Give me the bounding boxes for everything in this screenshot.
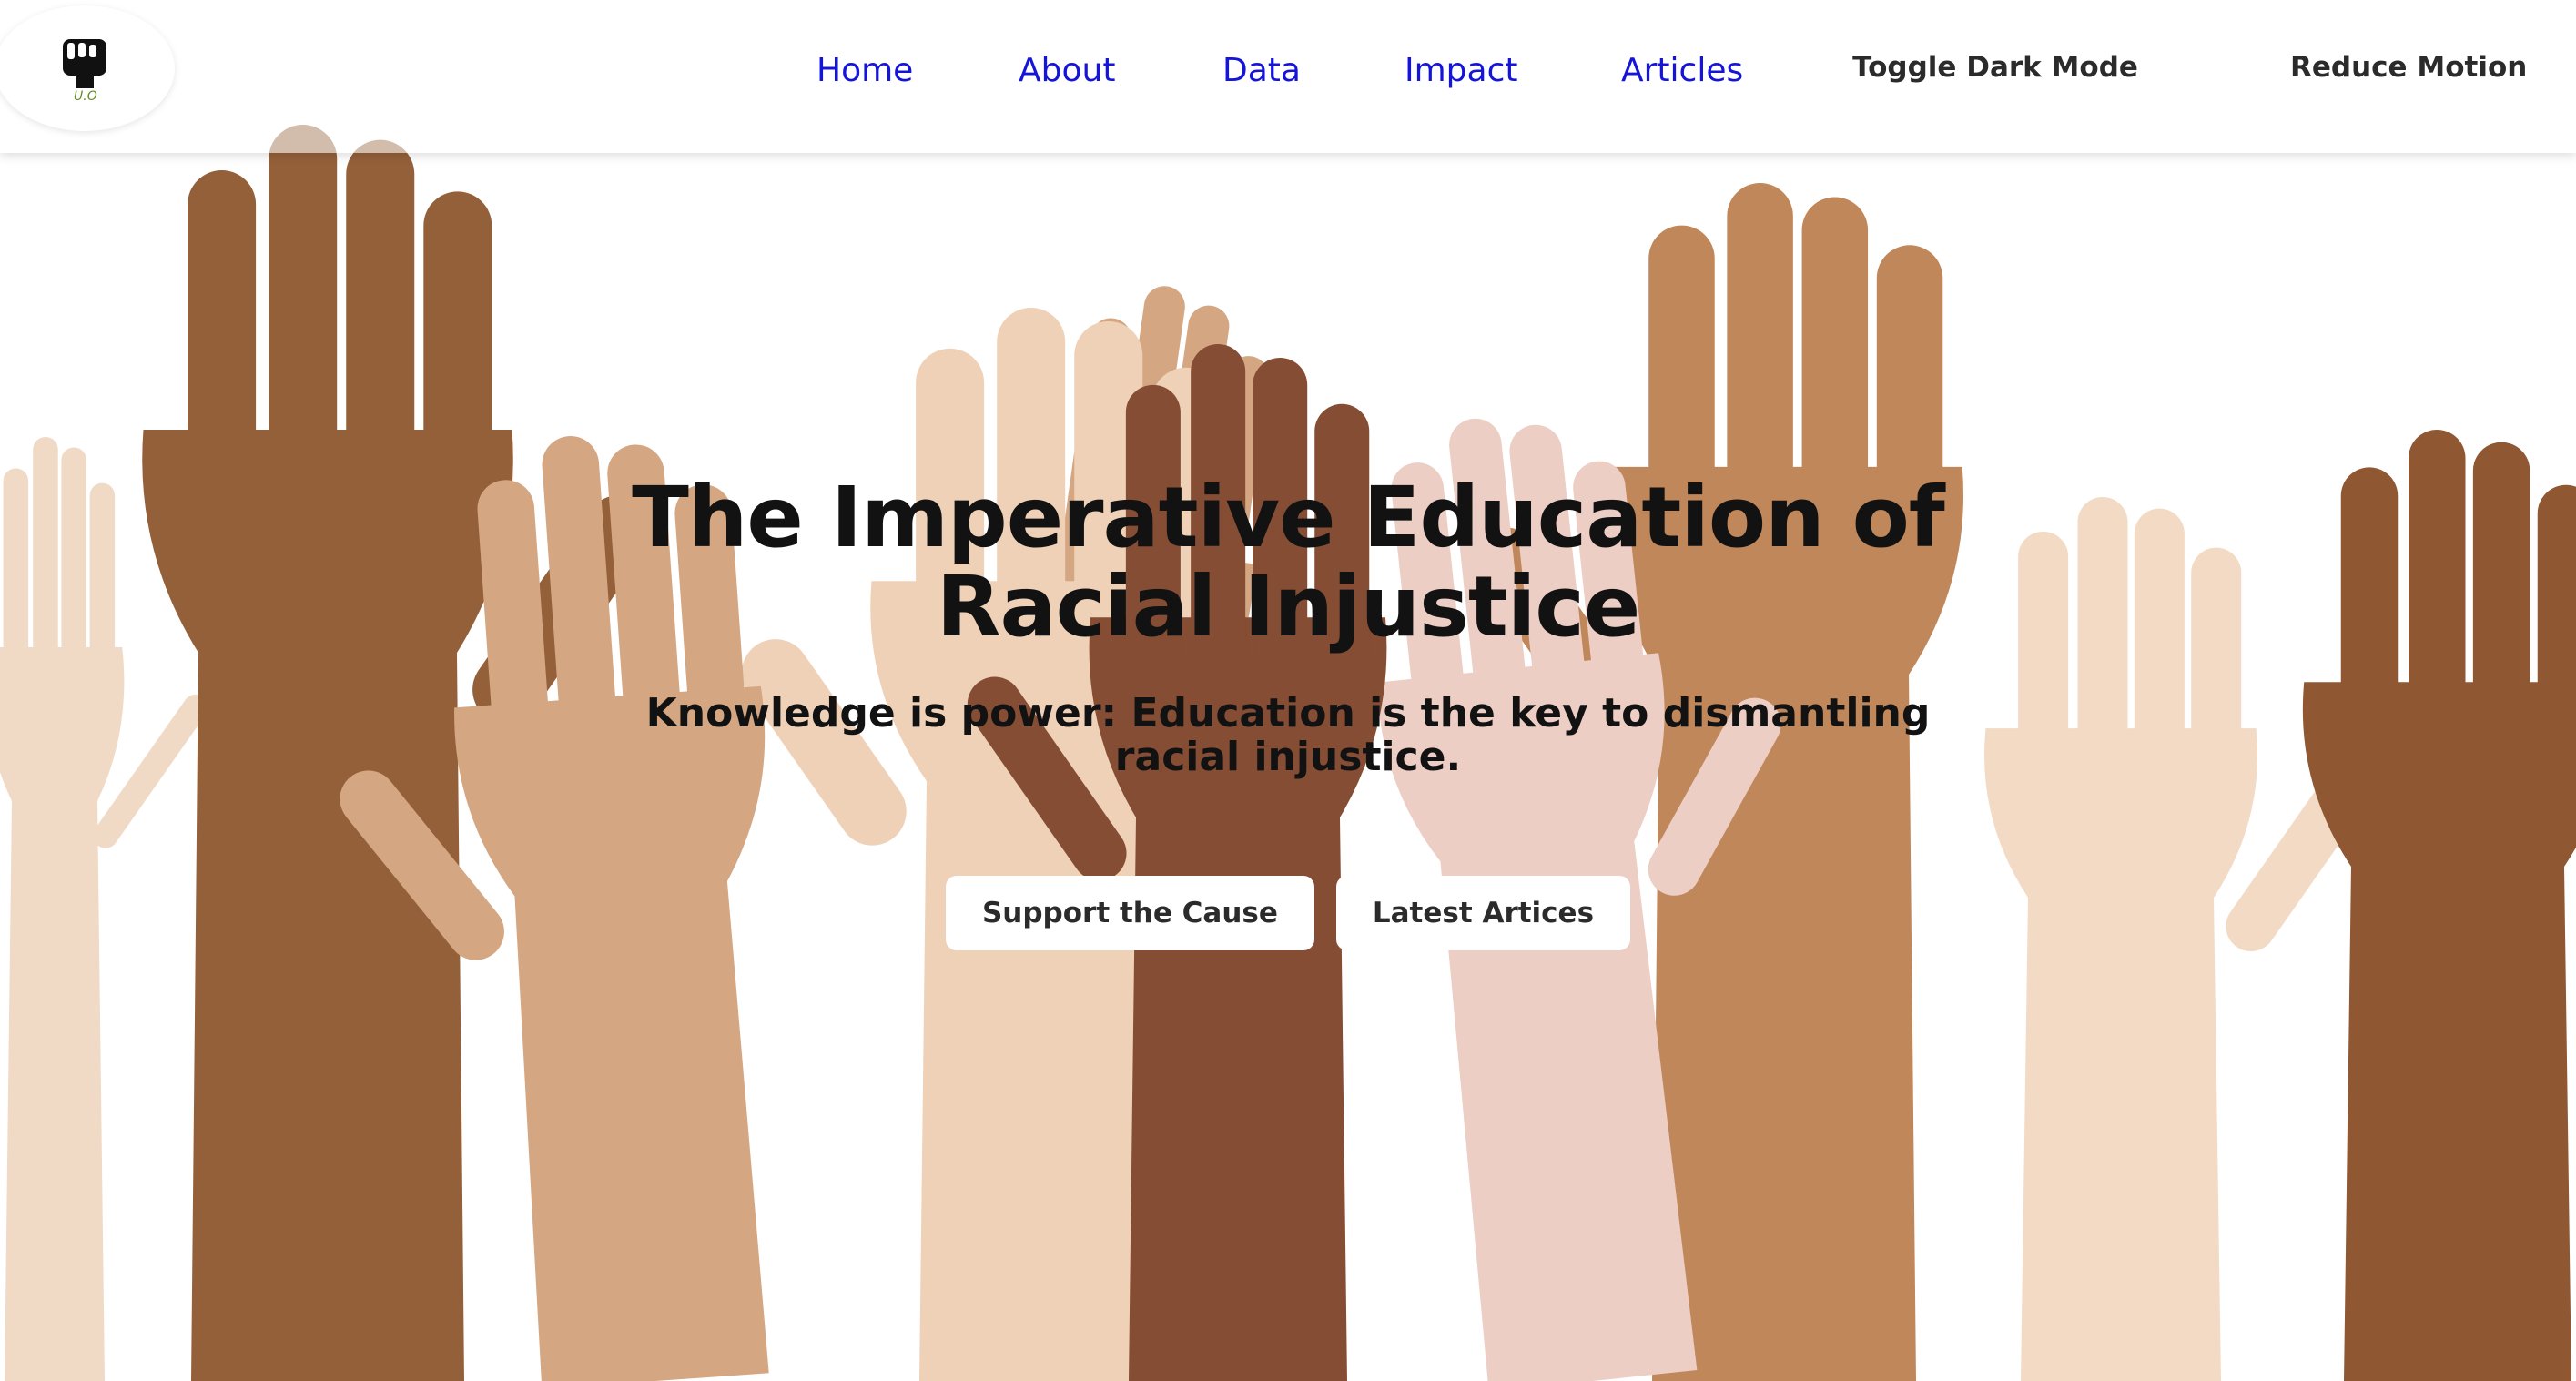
reduce-motion-button[interactable]: Reduce Motion — [2267, 27, 2540, 107]
nav-link-about[interactable]: About — [1019, 44, 1115, 98]
latest-articles-button[interactable]: Latest Artices — [1335, 876, 1631, 950]
hero-title: The Imperative Education of Racial Injus… — [632, 469, 1945, 655]
hero-subtitle: Knowledge is power: Education is the key… — [645, 690, 1931, 780]
nav-link-data[interactable]: Data — [1222, 44, 1301, 98]
hero-section: The Imperative Education of Racial Injus… — [0, 473, 2576, 950]
support-cause-button[interactable]: Support the Cause — [945, 876, 1314, 950]
site-logo[interactable]: U.O — [0, 5, 175, 131]
hero-actions: Support the Cause Latest Artices — [0, 876, 2576, 950]
nav-link-impact[interactable]: Impact — [1405, 44, 1518, 98]
raised-fist-icon: U.O — [63, 39, 106, 103]
svg-text:U.O: U.O — [74, 89, 97, 103]
navbar: U.O Home About Data Impact Articles Togg… — [0, 0, 2576, 153]
toggle-dark-mode-button[interactable]: Toggle Dark Mode — [1828, 27, 2163, 107]
nav-link-home[interactable]: Home — [816, 44, 913, 98]
nav-link-articles[interactable]: Articles — [1621, 44, 1743, 98]
